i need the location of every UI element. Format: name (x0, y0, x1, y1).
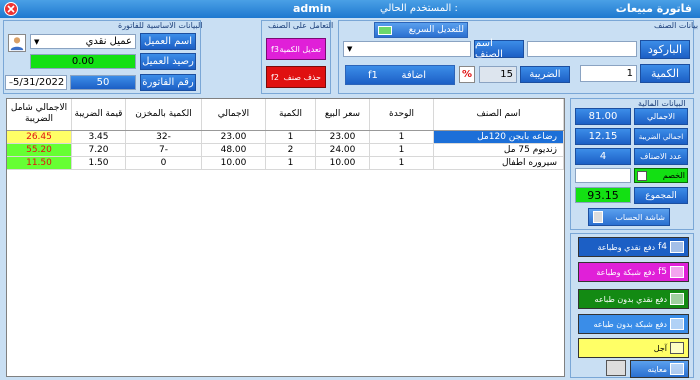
column-header[interactable]: سعر البيع (315, 99, 370, 131)
column-header[interactable]: الاجمالي (201, 99, 266, 131)
card-noprint-button[interactable]: دفع شبكة بدون طباعه (578, 314, 689, 334)
qty-input[interactable]: 1 (580, 65, 637, 82)
customer-value: عميل نقدي (85, 36, 132, 47)
invoice-date[interactable]: – 5/31/2022 (5, 75, 67, 90)
item-ops-title: التعامل على الصنف (268, 21, 334, 30)
column-header[interactable]: الاجمالي شامل الضريبة (7, 99, 72, 131)
barcode-input[interactable] (527, 41, 637, 57)
item-count-value: 4 (575, 148, 631, 165)
customer-label: اسم العميل (140, 33, 196, 50)
item-count-label: عدد الاصناف (634, 148, 688, 165)
pencil-icon (378, 25, 392, 35)
cash-print-button[interactable]: دفع نقدي وطباعة f4 (578, 237, 689, 257)
current-user-label: المستخدم الحالي : (380, 3, 458, 14)
edit-qty-button[interactable]: f3 تعديل الكمية (266, 38, 326, 60)
chevron-down-icon: ▼ (34, 37, 40, 46)
printer-icon (670, 266, 684, 278)
close-icon[interactable] (4, 2, 18, 16)
item-data-title: بيانات الصنف (654, 21, 699, 30)
delete-item-button[interactable]: f2 حذف صنف (266, 66, 326, 88)
calculator-icon (593, 211, 603, 223)
item-name-select[interactable]: ▼ (343, 41, 471, 57)
column-header[interactable]: الوحدة (369, 99, 434, 131)
column-header[interactable]: الكمية بالمخزن (125, 99, 202, 131)
barcode-label: الباركود (640, 40, 690, 59)
defer-button[interactable]: آجل (578, 338, 689, 358)
quick-edit-button[interactable]: للتعديل السريع (374, 22, 468, 38)
financial-title: البيانات المالية (638, 99, 686, 108)
discount-icon (637, 170, 647, 181)
customer-balance: 0.00 (30, 54, 136, 69)
tax-total-value: 12.15 (575, 128, 631, 145)
cash-icon (670, 293, 684, 305)
title-bar: admin المستخدم الحالي : فاتورة مبيعات (0, 0, 700, 18)
sum-label: المجموع (634, 187, 688, 204)
column-header[interactable]: الكمية (265, 99, 316, 131)
table-row[interactable]: رضاعه بايجن 120مل 1 23.00 1 23.00 -32 3.… (7, 130, 564, 144)
invoice-number: 50 (70, 75, 136, 90)
total-label: الاجمالي (634, 108, 688, 125)
discount-input[interactable] (575, 168, 631, 183)
card-print-button[interactable]: دفع شبكة وطباعة f5 (578, 262, 689, 282)
item-name-label: اسم الصنف (474, 38, 524, 60)
clipboard-icon (670, 342, 684, 354)
add-item-button[interactable]: f1 اضافة (345, 65, 455, 85)
items-table: اسم الصنف الوحدة سعر البيع الكمية الاجما… (6, 98, 565, 377)
table-header-row: اسم الصنف الوحدة سعر البيع الكمية الاجما… (7, 99, 564, 131)
basic-info-title: البيانات الاساسية للفاتورة (118, 21, 203, 30)
preview-icon (670, 363, 684, 375)
table-row[interactable]: زنديوم 75 مل 1 24.00 2 48.00 -7 7.20 55.… (7, 143, 564, 157)
percent-symbol: % (459, 66, 475, 83)
discount-button[interactable]: الخصم (634, 168, 688, 183)
invoice-number-label: رقم الفاتورة (140, 74, 196, 91)
cash-noprint-button[interactable]: دفع نقدي بدون طباعه (578, 289, 689, 309)
balance-label: رصيد العميل (140, 53, 196, 70)
calculator-button[interactable]: شاشة الحساب (588, 208, 670, 226)
user-avatar-icon (8, 34, 26, 52)
customer-select[interactable]: ▼ عميل نقدي (30, 34, 136, 49)
card-icon (670, 318, 684, 330)
table-row[interactable]: سيروره اطفال 1 10.00 1 10.00 0 1.50 11.5… (7, 156, 564, 170)
window-title: فاتورة مبيعات (615, 2, 692, 15)
column-header[interactable]: اسم الصنف (433, 99, 564, 131)
tax-total-label: اجمالي الضريبة (634, 128, 688, 145)
chevron-down-icon: ▼ (347, 45, 353, 53)
tax-label: الضريبة (520, 66, 570, 83)
total-value: 81.00 (575, 108, 631, 125)
preview-button[interactable]: معاينه (630, 360, 689, 378)
tax-input[interactable]: 15 (479, 66, 517, 83)
qty-label: الكمية (640, 64, 690, 83)
printer-icon (606, 360, 626, 376)
current-user: admin (293, 2, 332, 15)
column-header[interactable]: قيمة الضريبة (71, 99, 126, 131)
sum-value: 93.15 (575, 187, 631, 203)
printer-icon (670, 241, 684, 253)
